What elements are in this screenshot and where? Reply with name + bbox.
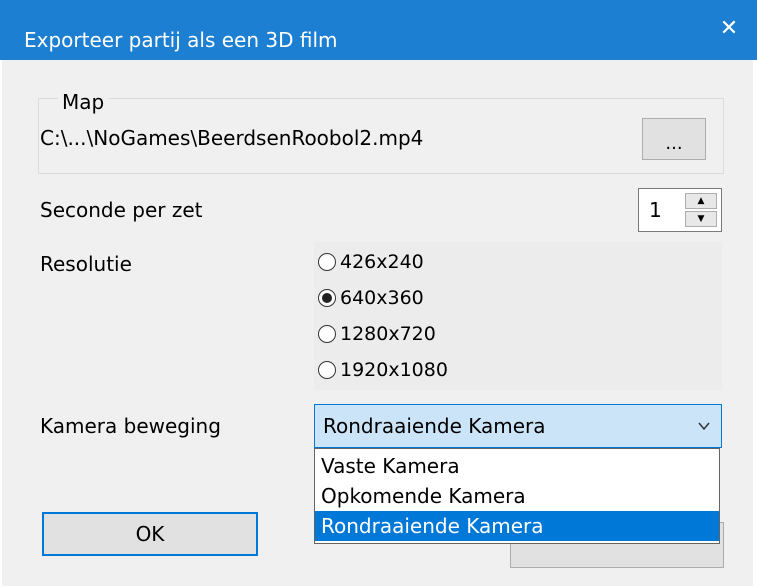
chevron-down-icon[interactable] <box>697 419 711 433</box>
camera-label: Kamera beweging <box>40 414 221 438</box>
camera-select[interactable]: Rondraaiende Kamera <box>314 404 722 448</box>
camera-option[interactable]: Vaste Kamera <box>315 451 719 481</box>
camera-option[interactable]: Rondraaiende Kamera <box>315 511 719 541</box>
spin-down-icon[interactable]: ▼ <box>685 211 717 227</box>
radio-button[interactable] <box>318 361 336 379</box>
window-title: Exporteer partij als een 3D film <box>24 28 338 52</box>
resolution-option-label: 1280x720 <box>340 323 436 345</box>
resolution-option-label: 640x360 <box>340 287 424 309</box>
resolution-option-label: 1920x1080 <box>340 359 448 381</box>
dialog-body: Map C:\...\NoGames\BeerdsenRoobol2.mp4 .… <box>2 60 753 586</box>
radio-button[interactable] <box>318 325 336 343</box>
resolution-option-label: 426x240 <box>340 251 424 273</box>
camera-option[interactable]: Opkomende Kamera <box>315 481 719 511</box>
output-path: C:\...\NoGames\BeerdsenRoobol2.mp4 <box>40 126 424 150</box>
ok-button[interactable]: OK <box>42 512 258 556</box>
browse-button[interactable]: ... <box>642 118 706 160</box>
seconds-value[interactable]: 1 <box>649 198 662 222</box>
camera-dropdown-list: Vaste Kamera Opkomende Kamera Rondraaiende… <box>314 448 720 544</box>
seconds-stepper[interactable]: 1 ▲ ▼ <box>638 188 722 232</box>
resolution-label: Resolutie <box>40 252 132 276</box>
seconds-label: Seconde per zet <box>40 198 203 222</box>
title-bar: Exporteer partij als een 3D film ✕ <box>0 0 757 60</box>
map-group-label: Map <box>58 90 109 114</box>
resolution-option[interactable]: 640x360 <box>318 286 424 310</box>
close-icon[interactable]: ✕ <box>715 14 743 42</box>
radio-button[interactable] <box>318 289 336 307</box>
resolution-option[interactable]: 1920x1080 <box>318 358 448 382</box>
resolution-option[interactable]: 1280x720 <box>318 322 436 346</box>
radio-button[interactable] <box>318 253 336 271</box>
resolution-option[interactable]: 426x240 <box>318 250 424 274</box>
spin-up-icon[interactable]: ▲ <box>685 193 717 209</box>
radio-dot-icon <box>322 293 332 303</box>
camera-select-value: Rondraaiende Kamera <box>323 414 546 438</box>
